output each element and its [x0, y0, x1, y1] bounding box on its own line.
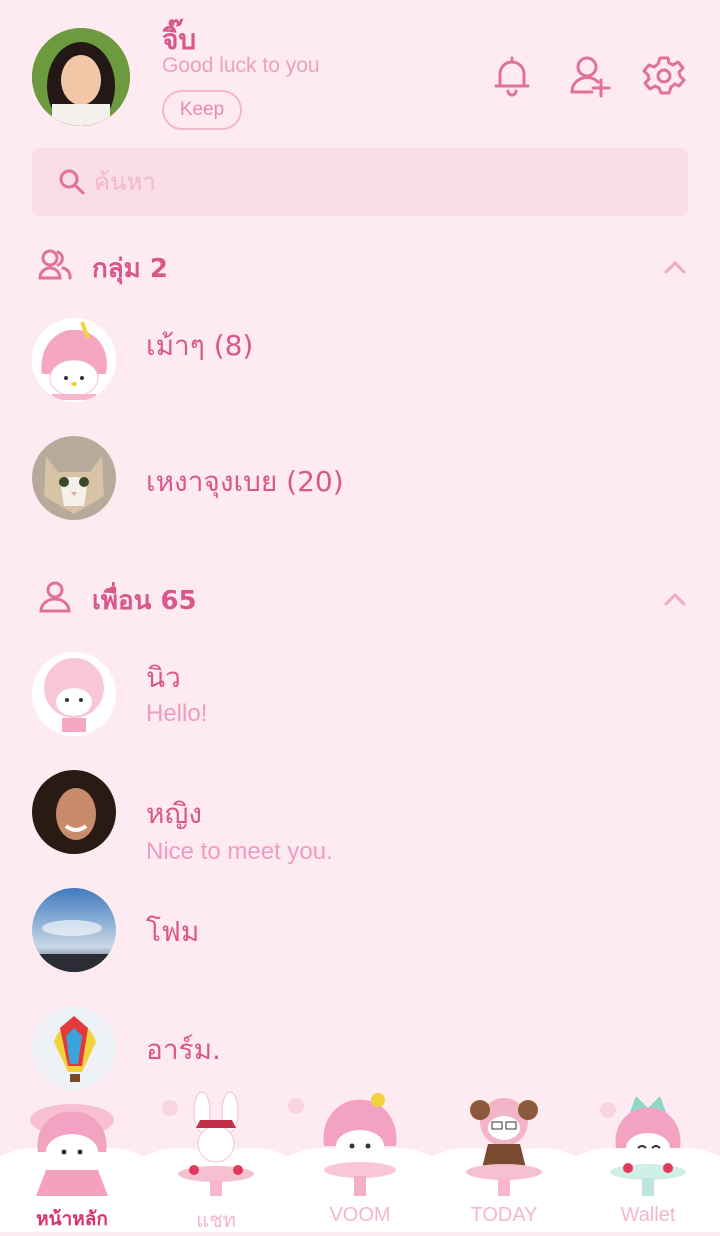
search-input[interactable] — [94, 166, 654, 198]
keep-button[interactable]: Keep — [162, 90, 242, 130]
nav-today[interactable]: TODAY — [432, 1090, 576, 1232]
friend-avatar — [32, 770, 116, 854]
friend-avatar — [32, 1006, 116, 1090]
group-icon — [38, 248, 72, 282]
list-item[interactable]: หญิง Nice to meet you. — [0, 762, 720, 872]
nav-wallet[interactable]: Wallet — [576, 1090, 720, 1232]
chevron-up-icon[interactable] — [662, 258, 688, 276]
friend-name: หญิง — [146, 797, 202, 830]
nav-today-label: TODAY — [470, 1204, 538, 1226]
today-character-icon — [462, 1090, 546, 1200]
friend-name: อาร์ม. — [146, 1033, 221, 1066]
home-character-icon — [24, 1092, 120, 1202]
nav-home[interactable]: หน้าหลัก — [0, 1090, 144, 1232]
friend-name: นิว — [146, 661, 181, 694]
friend-status: Nice to meet you. — [146, 838, 333, 865]
friend-name: โฟม — [146, 915, 200, 948]
chevron-up-icon[interactable] — [662, 590, 688, 608]
list-item[interactable]: โฟม — [0, 880, 720, 984]
profile-status-message[interactable]: Good luck to you — [162, 54, 320, 78]
settings-gear-icon[interactable] — [642, 54, 686, 98]
groups-section-title[interactable]: กลุ่ม 2 — [92, 248, 168, 289]
search-icon — [58, 168, 86, 196]
friend-avatar — [32, 652, 116, 736]
nav-chat-label: แชท — [196, 1210, 236, 1232]
list-item[interactable]: เหงาจุงเบย (20) — [0, 428, 720, 532]
list-item[interactable]: เม้าๆ (8) — [0, 310, 720, 414]
nav-voom-label: VOOM — [329, 1204, 391, 1226]
list-item[interactable]: อาร์ม. — [0, 998, 720, 1094]
friend-avatar — [32, 888, 116, 972]
chat-character-icon — [174, 1090, 258, 1200]
voom-character-icon — [316, 1090, 404, 1200]
friend-status: Hello! — [146, 700, 208, 727]
add-friend-icon[interactable] — [568, 54, 612, 98]
friends-section-title[interactable]: เพื่อน 65 — [92, 580, 197, 621]
nav-chat[interactable]: แชท — [144, 1090, 288, 1232]
list-item[interactable]: นิว Hello! — [0, 644, 720, 754]
group-avatar — [32, 436, 116, 520]
wallet-character-icon — [606, 1090, 690, 1200]
group-name: เม้าๆ (8) — [146, 329, 254, 362]
nav-wallet-label: Wallet — [620, 1204, 676, 1226]
nav-home-label: หน้าหลัก — [36, 1208, 108, 1230]
nav-voom[interactable]: VOOM — [288, 1090, 432, 1232]
friend-icon — [38, 580, 72, 614]
profile-avatar[interactable] — [32, 28, 130, 126]
group-avatar — [32, 318, 116, 402]
group-name: เหงาจุงเบย (20) — [146, 465, 344, 498]
bell-icon[interactable] — [490, 54, 534, 98]
